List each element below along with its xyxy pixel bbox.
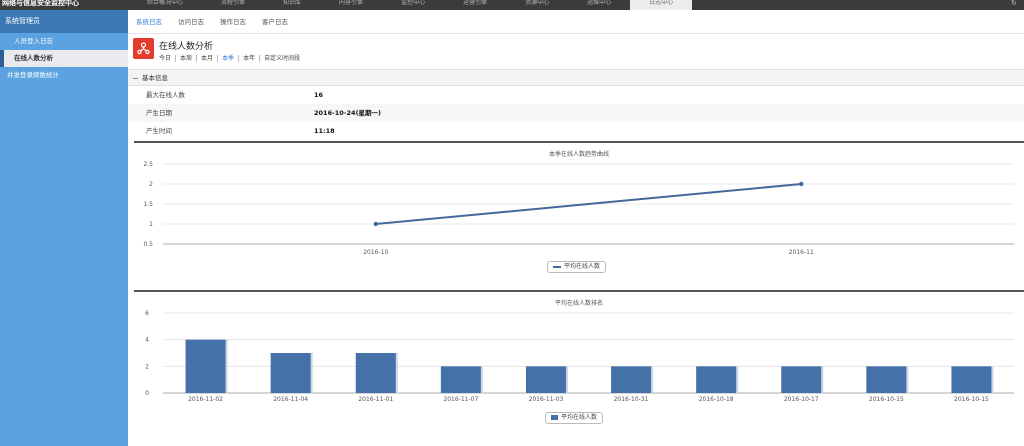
top-nav-item[interactable]: 运维中心 <box>568 0 630 10</box>
period-option[interactable]: 本月 <box>197 55 219 62</box>
page-header: 在线人数分析 今日 本周 本月 本季 本年 自定义时间段 <box>128 34 1024 68</box>
y-tick-label: 2 <box>149 181 153 188</box>
data-point <box>373 221 378 227</box>
info-value: 16 <box>314 91 324 99</box>
sidebar-item-online-analysis[interactable]: 在线人数分析 <box>0 50 128 67</box>
x-tick-label: 2016-10-15 <box>869 396 904 403</box>
sidebar-header[interactable]: 系统管理员 <box>0 10 128 33</box>
top-nav-item[interactable]: 资源中心 <box>506 0 568 10</box>
line-chart: 本季在线人数趋势曲线 0.5 1 1.5 2 2.5 2016-10 2016-11 平均在… <box>134 141 1024 290</box>
top-nav-item[interactable]: 流程引擎 <box>202 0 264 10</box>
x-tick-label: 2016-10-15 <box>954 396 989 403</box>
sub-tab[interactable]: 客户日志 <box>262 10 288 33</box>
x-tick-label: 2016-11-07 <box>443 396 478 403</box>
bar-chart: 平均在线人数排名 0 2 4 6 2016-11-02 2016-11-04 2016-11… <box>134 290 1024 440</box>
info-value: 11:18 <box>314 127 335 135</box>
main-content: 系统日志 访问日志 操作日志 客户日志 在线人数分析 今日 本周 本月 本季 本年 自定义时间段… <box>128 10 1024 446</box>
x-tick-label: 2016-10 <box>363 249 388 256</box>
basic-info-section: 基本信息 最大在线人数 16 产生日期 2016-10-24(星期一) 产生时间… <box>128 69 1024 140</box>
bar <box>270 353 311 393</box>
top-bar: 网络与信息安全监控中心 综合概况中心 流程引擎 知识库 内容引擎 监控中心 运营引擎 资源中… <box>0 0 1024 10</box>
info-label: 产生日期 <box>146 109 172 117</box>
period-option[interactable]: 本周 <box>176 55 198 62</box>
bar <box>696 366 737 393</box>
period-filter: 今日 本周 本月 本季 本年 自定义时间段 <box>159 55 304 62</box>
legend-line-icon <box>553 265 561 268</box>
y-tick-label: 2 <box>145 363 149 370</box>
info-row-time: 产生时间 11:18 <box>128 122 1024 140</box>
period-option[interactable]: 自定义时间段 <box>260 55 304 62</box>
x-tick-label: 2016-10-31 <box>614 396 649 403</box>
info-label: 产生时间 <box>146 127 172 135</box>
legend-bar-icon <box>551 415 558 420</box>
x-tick-label: 2016-10-18 <box>699 396 734 403</box>
bar-chart-legend[interactable]: 平均在线人数 <box>545 412 604 424</box>
y-tick-label: 1.5 <box>143 201 153 208</box>
y-tick-label: 0.5 <box>143 241 153 248</box>
y-tick-label: 1 <box>149 221 153 228</box>
sub-tab[interactable]: 操作日志 <box>220 10 246 33</box>
data-point <box>799 181 804 187</box>
refresh-icon[interactable]: ↻ <box>1011 0 1019 7</box>
basic-info-header[interactable]: 基本信息 <box>128 69 1024 86</box>
basic-info-title: 基本信息 <box>142 74 168 82</box>
period-option[interactable]: 本季 <box>218 55 240 62</box>
x-tick-label: 2016-11-02 <box>188 396 223 403</box>
bar <box>440 366 481 393</box>
bar <box>781 366 822 393</box>
bar <box>525 366 566 393</box>
top-nav-item[interactable]: 运营引擎 <box>444 0 506 10</box>
top-nav-item[interactable]: 监控中心 <box>382 0 444 10</box>
y-tick-label: 4 <box>145 337 149 344</box>
sub-tab[interactable]: 访问日志 <box>178 10 204 33</box>
info-row-max-online: 最大在线人数 16 <box>128 86 1024 104</box>
bar <box>355 353 396 393</box>
x-tick-label: 2016-10-17 <box>784 396 819 403</box>
bar <box>611 366 652 393</box>
y-tick-label: 0 <box>145 390 149 397</box>
info-label: 最大在线人数 <box>146 91 185 99</box>
top-nav: 综合概况中心 流程引擎 知识库 内容引擎 监控中心 运营引擎 资源中心 运维中心 日志中心 <box>128 0 693 10</box>
line-chart-legend[interactable]: 平均在线人数 <box>547 261 607 273</box>
bar <box>185 339 226 393</box>
network-icon <box>133 38 154 59</box>
top-nav-item[interactable]: 综合概况中心 <box>128 0 202 10</box>
collapse-icon[interactable] <box>133 77 138 79</box>
x-tick-label: 2016-11-04 <box>273 396 308 403</box>
bar <box>866 366 907 393</box>
x-tick-label: 2016-11 <box>789 249 814 256</box>
sub-tab[interactable]: 系统日志 <box>136 10 162 33</box>
legend-label: 平均在线人数 <box>564 263 601 270</box>
top-nav-item[interactable]: 知识库 <box>264 0 320 10</box>
y-tick-label: 6 <box>145 310 149 317</box>
x-tick-label: 2016-11-01 <box>358 396 393 403</box>
bar <box>951 366 992 393</box>
page-title: 在线人数分析 <box>159 42 214 52</box>
info-row-date: 产生日期 2016-10-24(星期一) <box>128 104 1024 122</box>
period-option[interactable]: 本年 <box>239 55 261 62</box>
top-nav-item[interactable]: 日志中心 <box>630 0 693 10</box>
app-title: 网络与信息安全监控中心 <box>2 0 79 7</box>
sidebar: 系统管理员 人员登入日志 在线人数分析 并发登录频数统计 <box>0 10 128 446</box>
info-value: 2016-10-24(星期一) <box>314 109 382 117</box>
sidebar-item-concurrent-login-stats[interactable]: 并发登录频数统计 <box>0 67 128 84</box>
top-nav-item[interactable]: 内容引擎 <box>320 0 382 10</box>
sidebar-item-login-log[interactable]: 人员登入日志 <box>0 33 128 50</box>
y-tick-label: 2.5 <box>143 161 153 168</box>
period-option[interactable]: 今日 <box>159 55 177 62</box>
x-tick-label: 2016-11-03 <box>529 396 564 403</box>
legend-label: 平均在线人数 <box>561 414 598 421</box>
sub-tabs: 系统日志 访问日志 操作日志 客户日志 <box>128 10 1024 34</box>
